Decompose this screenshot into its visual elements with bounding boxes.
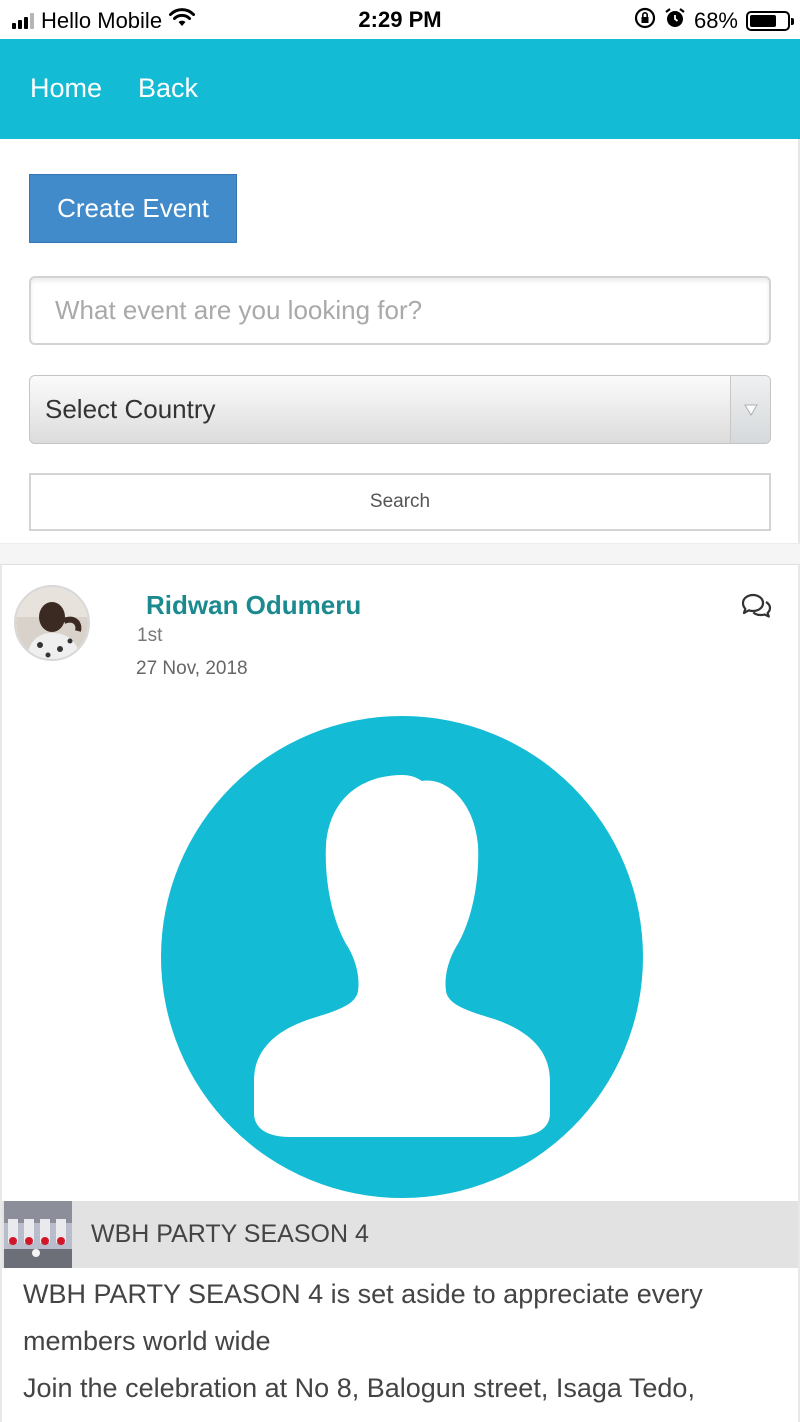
event-description-line: WBH PARTY SEASON 4 is set aside to appre… xyxy=(23,1279,703,1356)
event-search-form: Create Event What event are you looking … xyxy=(0,139,800,543)
battery-percent: 68% xyxy=(693,8,738,33)
search-button[interactable]: Search xyxy=(29,473,771,531)
post-author-rank: 1st xyxy=(137,625,163,646)
top-navbar: Home Back xyxy=(0,39,800,139)
event-title-bar[interactable]: WBH PARTY SEASON 4 xyxy=(2,1201,798,1268)
event-thumbnail[interactable] xyxy=(4,1201,72,1268)
event-description-line: Join the celebration at No 8, Balogun st… xyxy=(23,1373,695,1403)
status-bar: Hello Mobile 2:29 PM 68% xyxy=(0,0,800,39)
event-post-card: Ridwan Odumeru 1st 27 Nov, 2018 WBH PART… xyxy=(0,565,800,1422)
country-select[interactable]: Select Country xyxy=(29,375,771,444)
event-title[interactable]: WBH PARTY SEASON 4 xyxy=(91,1220,369,1249)
create-event-button[interactable]: Create Event xyxy=(29,174,237,243)
orientation-lock-icon xyxy=(634,7,656,35)
battery-icon xyxy=(746,11,794,31)
country-select-value: Select Country xyxy=(45,394,216,424)
section-divider xyxy=(0,543,800,565)
nav-home-link[interactable]: Home xyxy=(30,73,102,104)
post-date: 27 Nov, 2018 xyxy=(136,658,248,679)
chevron-down-icon[interactable] xyxy=(730,376,770,443)
status-right: 68% xyxy=(634,7,794,35)
event-description: WBH PARTY SEASON 4 is set aside to appre… xyxy=(23,1271,783,1412)
comments-icon[interactable] xyxy=(740,593,772,624)
post-author-name[interactable]: Ridwan Odumeru xyxy=(146,590,361,621)
nav-back-link[interactable]: Back xyxy=(138,73,198,104)
avatar[interactable] xyxy=(14,585,90,661)
event-search-input[interactable]: What event are you looking for? xyxy=(29,276,771,345)
event-image-user-icon[interactable] xyxy=(160,715,644,1199)
alarm-icon xyxy=(664,7,686,35)
